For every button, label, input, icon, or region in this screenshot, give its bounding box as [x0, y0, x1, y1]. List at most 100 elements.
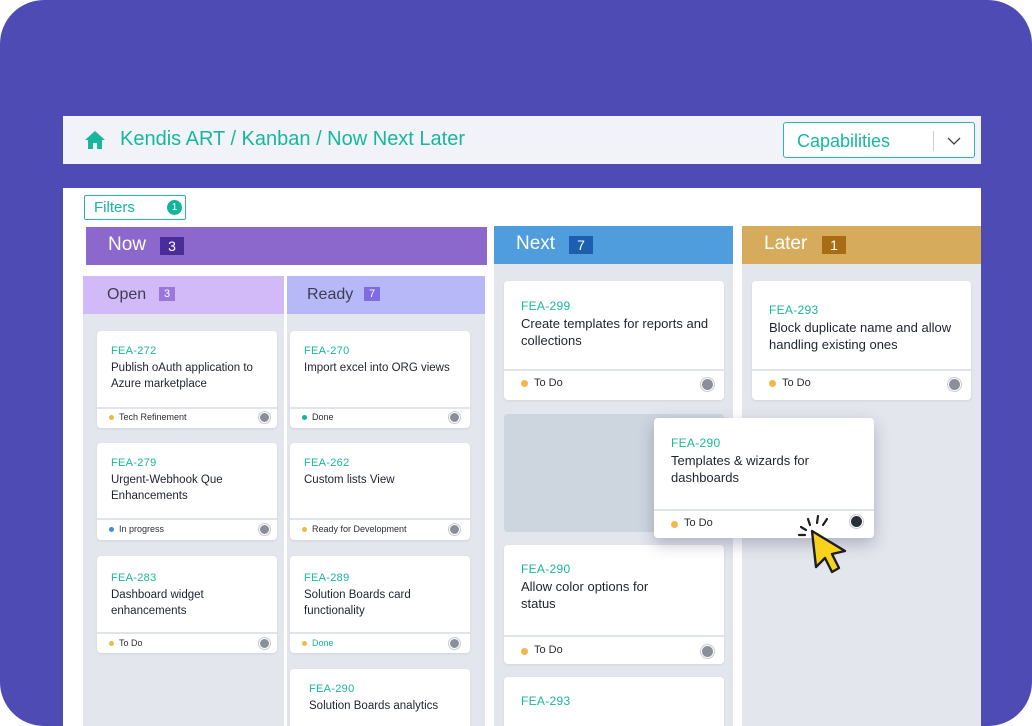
- breadcrumb[interactable]: Kendis ART / Kanban / Now Next Later: [120, 128, 465, 151]
- status-dot: [109, 415, 114, 420]
- column-title: Later: [764, 233, 808, 254]
- card-divider: [290, 407, 470, 409]
- card-divider: [97, 407, 277, 409]
- status-dot: [521, 380, 528, 387]
- card-title: Templates & wizards for dashboards: [671, 453, 809, 485]
- status-dot: [302, 415, 307, 420]
- card-divider: [654, 509, 874, 511]
- card-divider: [290, 518, 470, 520]
- column-title: Next: [516, 233, 556, 254]
- card-divider: [97, 518, 277, 520]
- card-status: Ready for Development: [312, 524, 407, 534]
- status-dot: [109, 527, 114, 532]
- status-dot: [109, 641, 114, 646]
- card-id: FEA-290: [671, 436, 721, 450]
- card-status: To Do: [534, 377, 563, 389]
- card-status: In progress: [119, 524, 165, 534]
- column-header-now[interactable]: Now 3: [86, 227, 487, 265]
- card[interactable]: FEA-299 Create templates for reports and…: [504, 281, 724, 400]
- card-title: Import excel into ORG views: [304, 362, 450, 374]
- card-divider: [752, 369, 971, 371]
- card-divider: [504, 369, 724, 371]
- card-title: Block duplicate name and allow handling …: [769, 320, 952, 352]
- card[interactable]: FEA-290 Solution Boards analytics: [290, 669, 470, 726]
- card-status: Tech Refinement: [119, 412, 187, 422]
- avatar: [701, 645, 714, 658]
- card-id: FEA-293: [521, 694, 571, 708]
- card[interactable]: FEA-293 Block duplicate name and allow h…: [752, 281, 971, 400]
- filters-count-badge: 1: [167, 200, 182, 215]
- subcolumn-title: Open: [107, 286, 147, 303]
- avatar: [259, 524, 270, 535]
- avatar: [948, 378, 961, 391]
- capabilities-select[interactable]: Capabilities: [783, 122, 975, 158]
- card-id: FEA-283: [111, 572, 157, 584]
- subcolumn-header-ready[interactable]: Ready 7: [287, 276, 485, 314]
- card-title: Publish oAuth application to Azure marke…: [111, 362, 253, 390]
- card-id: FEA-279: [111, 457, 157, 469]
- subcolumn-header-open[interactable]: Open 3: [83, 276, 284, 314]
- card-id: FEA-290: [309, 683, 355, 695]
- card-status: Done: [312, 412, 334, 422]
- subcolumn-count: 7: [364, 287, 380, 301]
- subcolumn-title: Ready: [307, 286, 354, 303]
- card[interactable]: FEA-262 Custom lists View Ready for Deve…: [290, 443, 470, 540]
- status-dot: [769, 380, 776, 387]
- card-title: Custom lists View: [304, 474, 395, 486]
- status-dot: [671, 521, 678, 528]
- card[interactable]: FEA-293: [504, 677, 724, 726]
- select-value: Capabilities: [797, 131, 891, 151]
- status-dot: [521, 648, 528, 655]
- card-status: To Do: [534, 644, 563, 656]
- avatar: [449, 412, 460, 423]
- card-status: To Do: [684, 517, 713, 529]
- kanban-board: Filters 1 Now 3 Open 3 Ready 7 FEA-272 P…: [63, 188, 981, 726]
- card[interactable]: FEA-283 Dashboard widget enhancements To…: [97, 556, 277, 653]
- header-bar: Kendis ART / Kanban / Now Next Later Cap…: [63, 116, 981, 164]
- card-title: Solution Boards analytics: [309, 700, 439, 712]
- home-icon[interactable]: [84, 130, 106, 150]
- card-divider: [290, 632, 470, 634]
- card-id: FEA-289: [304, 572, 350, 584]
- card-status: To Do: [782, 377, 811, 389]
- avatar: [449, 638, 460, 649]
- status-dot: [302, 641, 307, 646]
- avatar: [701, 378, 714, 391]
- card-title: Create templates for reports and collect…: [521, 316, 709, 348]
- avatar: [259, 638, 270, 649]
- column-title: Now: [108, 234, 147, 255]
- select-divider: [933, 131, 934, 151]
- card-divider: [504, 635, 724, 637]
- pointer-cursor-icon: [797, 514, 847, 574]
- filters-label: Filters: [94, 199, 135, 216]
- app-frame: Kendis ART / Kanban / Now Next Later Cap…: [0, 0, 1032, 726]
- card[interactable]: FEA-272 Publish oAuth application to Azu…: [97, 331, 277, 428]
- card-title: Solution Boards card functionality: [304, 589, 411, 617]
- card-id: FEA-299: [521, 299, 571, 313]
- card-status: To Do: [119, 638, 143, 648]
- filters-button[interactable]: Filters 1: [84, 195, 186, 220]
- card-id: FEA-262: [304, 457, 350, 469]
- column-count: 7: [569, 236, 593, 254]
- card-id: FEA-272: [111, 345, 157, 357]
- card-id: FEA-290: [521, 562, 571, 576]
- card[interactable]: FEA-289 Solution Boards card functionali…: [290, 556, 470, 653]
- column-count: 1: [822, 236, 846, 254]
- card-title: Dashboard widget enhancements: [111, 589, 204, 617]
- column-header-next[interactable]: Next 7: [494, 226, 733, 264]
- card[interactable]: FEA-270 Import excel into ORG views Done: [290, 331, 470, 428]
- card-divider: [97, 632, 277, 634]
- column-header-later[interactable]: Later 1: [742, 226, 981, 264]
- status-dot: [302, 527, 307, 532]
- card-title: Allow color options for status: [521, 579, 649, 611]
- card-id: FEA-293: [769, 303, 819, 317]
- card-title: Urgent-Webhook Que Enhancements: [111, 474, 223, 502]
- card-status: Done: [312, 638, 334, 648]
- chevron-down-icon[interactable]: [944, 133, 964, 149]
- card-id: FEA-270: [304, 345, 350, 357]
- card[interactable]: FEA-279 Urgent-Webhook Que Enhancements …: [97, 443, 277, 540]
- column-count: 3: [160, 237, 184, 255]
- card[interactable]: FEA-290 Allow color options for status T…: [504, 545, 724, 664]
- avatar: [449, 524, 460, 535]
- subcolumn-count: 3: [159, 287, 175, 301]
